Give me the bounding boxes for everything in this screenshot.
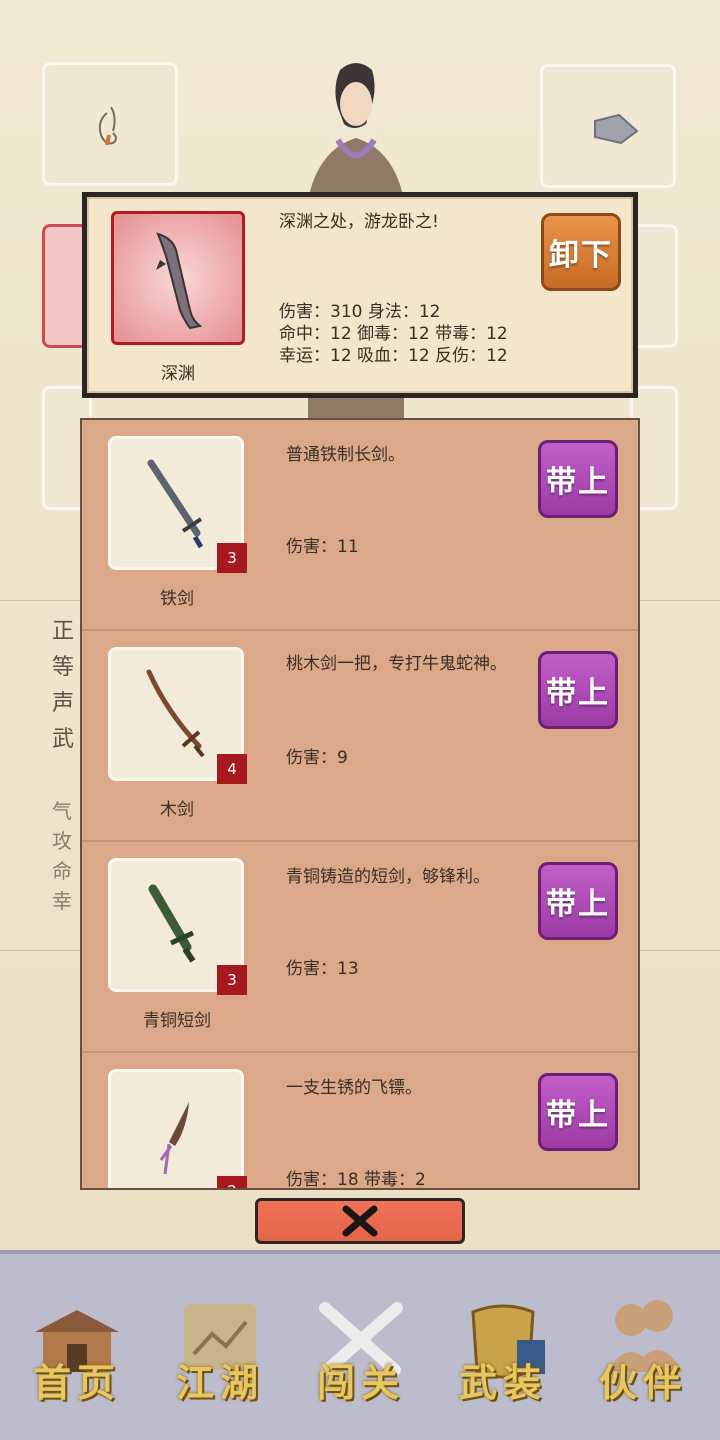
- dart-icon: [159, 1102, 189, 1175]
- equip-slot-hat[interactable]: [540, 64, 676, 188]
- close-button[interactable]: [255, 1198, 465, 1244]
- item-description: 普通铁制长剑。: [286, 445, 405, 465]
- equipped-weapon-stat-1: 伤害：310 身法：12: [279, 302, 441, 322]
- item-stats: 伤害：13: [286, 959, 359, 979]
- background-info-text-1: 正 等 声 武: [52, 619, 75, 752]
- list-item: 4 木剑 桃木剑一把，专打牛鬼蛇神。 伤害：9 带上: [82, 631, 638, 842]
- nav-label-jianghu: 江湖: [175, 1360, 264, 1405]
- item-count-badge: 3: [217, 543, 247, 573]
- equipped-weapon-description: 深渊之处，游龙卧之!: [279, 212, 439, 232]
- nav-item-home[interactable]: 首页: [12, 1284, 142, 1414]
- equipped-weapon-stat-3: 幸运：12 吸血：12 反伤：12: [279, 346, 508, 366]
- equip-button[interactable]: 带上: [538, 862, 618, 940]
- item-description: 青铜铸造的短剑，够锋利。: [286, 867, 490, 887]
- equip-button[interactable]: 带上: [538, 651, 618, 729]
- weapon-inventory-list[interactable]: 3 铁剑 普通铁制长剑。 伤害：11 带上 4 木剑 桃木剑一把，专打牛鬼蛇神。…: [80, 418, 640, 1190]
- pouch-icon: [98, 106, 117, 146]
- item-stats: 伤害：9: [286, 748, 348, 768]
- background-info-text-2: 气 攻 命 幸: [52, 799, 72, 913]
- item-description: 一支生锈的飞镖。: [286, 1078, 422, 1098]
- list-item: 2 一支生锈的飞镖。 伤害：18 带毒：2 带上: [82, 1053, 638, 1190]
- equip-button[interactable]: 带上: [538, 1073, 618, 1151]
- item-count-badge: 2: [217, 1176, 247, 1188]
- equipped-weapon-name: 深渊: [161, 364, 195, 384]
- list-item: 3 青铜短剑 青铜铸造的短剑，够锋利。 伤害：13 带上: [82, 842, 638, 1053]
- item-name: 青铜短剑: [143, 1011, 211, 1031]
- bottom-nav: 首页 江湖 闯关 武装 伙伴: [0, 1250, 720, 1440]
- equip-slot-accessory[interactable]: [42, 62, 178, 186]
- nav-item-companions[interactable]: 伙伴: [578, 1284, 708, 1414]
- nav-label-equipment: 武装: [458, 1360, 547, 1405]
- item-thumbnail: 3: [108, 436, 247, 573]
- item-name: 木剑: [160, 800, 194, 820]
- nav-label-companions: 伙伴: [598, 1360, 687, 1405]
- equipped-weapon-icon: [111, 211, 245, 345]
- equip-button[interactable]: 带上: [538, 440, 618, 518]
- item-thumbnail: 3: [108, 858, 247, 995]
- item-stats: 伤害：18 带毒：2: [286, 1170, 426, 1190]
- close-icon: [342, 1205, 378, 1237]
- nav-item-challenge[interactable]: 闯关: [296, 1284, 426, 1414]
- item-description: 桃木剑一把，专打牛鬼蛇神。: [286, 654, 507, 674]
- equipped-weapon-panel: 深渊 深渊之处，游龙卧之! 伤害：310 身法：12 命中：12 御毒：12 带…: [82, 192, 638, 398]
- unequip-button[interactable]: 卸下: [541, 213, 621, 291]
- nav-label-home: 首页: [32, 1360, 121, 1405]
- hat-icon: [594, 113, 639, 145]
- item-thumbnail: 2: [108, 1069, 247, 1188]
- abyss-blade-icon: [156, 232, 203, 330]
- item-thumbnail: 4: [108, 647, 247, 784]
- nav-item-jianghu[interactable]: 江湖: [155, 1284, 285, 1414]
- nav-item-equipment[interactable]: 武装: [438, 1284, 568, 1414]
- equipped-weapon-stat-2: 命中：12 御毒：12 带毒：12: [279, 324, 508, 344]
- list-item: 3 铁剑 普通铁制长剑。 伤害：11 带上: [82, 420, 638, 631]
- item-name: 铁剑: [160, 589, 194, 609]
- item-count-badge: 3: [217, 965, 247, 995]
- item-count-badge: 4: [217, 754, 247, 784]
- nav-label-challenge: 闯关: [316, 1360, 405, 1405]
- item-stats: 伤害：11: [286, 537, 359, 557]
